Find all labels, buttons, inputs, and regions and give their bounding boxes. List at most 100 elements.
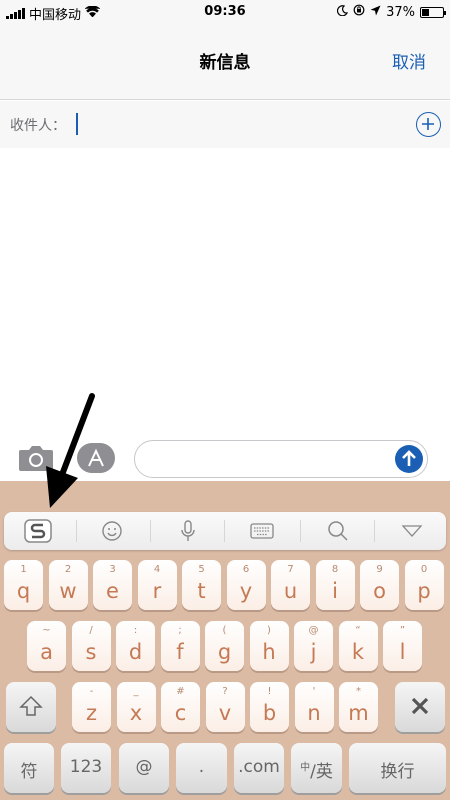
key-letter: y (239, 579, 253, 603)
send-button[interactable] (395, 445, 423, 473)
cancel-button[interactable]: 取消 (392, 48, 426, 73)
location-icon (370, 5, 381, 20)
key-hint: ~ (42, 625, 51, 636)
camera-icon (19, 446, 53, 471)
shift-arrow-icon (6, 694, 56, 718)
delete-key[interactable] (395, 682, 445, 732)
key-letter: b (262, 701, 277, 725)
keyboard-icon[interactable] (232, 512, 292, 550)
app-store-button[interactable] (76, 442, 116, 474)
key-hint: 1 (20, 564, 27, 575)
key-hint: ' (312, 686, 316, 697)
key-hint: @ (308, 625, 319, 636)
key-e[interactable]: 3e (93, 560, 132, 610)
key-o[interactable]: 9o (360, 560, 399, 610)
key-h[interactable]: ) h (249, 621, 289, 671)
at-key[interactable]: @ (119, 743, 169, 793)
key-letter: u (283, 579, 298, 603)
key-c[interactable]: # c (161, 682, 200, 732)
key-letter: m (348, 701, 369, 725)
dotcom-key-label: .com (238, 757, 280, 777)
recipient-label: 收件人： (10, 118, 66, 134)
camera-button[interactable] (18, 444, 54, 472)
key-d[interactable]: :d (116, 621, 155, 671)
send-arrow-icon (402, 450, 416, 466)
key-letter: k (351, 640, 365, 664)
key-p[interactable]: 0p (404, 560, 444, 610)
key-q[interactable]: 1q (4, 560, 43, 610)
key-hint: 5 (198, 564, 205, 575)
key-hint: 3 (109, 564, 116, 575)
plus-icon (422, 118, 434, 130)
symbols-key-label: 符 (20, 762, 38, 782)
key-m[interactable]: * m (339, 682, 378, 732)
toolbar-divider (224, 520, 225, 542)
message-input[interactable] (134, 440, 428, 478)
key-r[interactable]: 4r (137, 560, 177, 610)
key-x[interactable]: _ x (116, 682, 156, 732)
key-i[interactable]: 8i (315, 560, 355, 610)
key-v[interactable]: ? v (205, 682, 245, 732)
key-letter: c (174, 701, 187, 725)
emoji-icon[interactable] (82, 512, 142, 550)
key-w[interactable]: 2w (48, 560, 88, 610)
key-t[interactable]: 5t (182, 560, 221, 610)
collapse-triangle-icon[interactable] (382, 512, 442, 550)
key-letter: j (310, 640, 317, 664)
language-switch-key[interactable]: 中/英 (291, 743, 342, 793)
shift-key[interactable] (6, 682, 56, 732)
microphone-icon[interactable] (158, 512, 218, 550)
key-a[interactable]: ~ a (27, 621, 66, 671)
dot-key-label: . (198, 757, 205, 777)
return-key[interactable]: 换行 (349, 743, 446, 793)
moon-icon (337, 4, 349, 20)
sogou-logo-icon[interactable] (8, 512, 68, 550)
key-letter: f (176, 640, 184, 664)
key-hint: 2 (64, 564, 72, 575)
key-letter: s (85, 640, 97, 664)
delete-x-icon (395, 694, 445, 718)
text-cursor (76, 113, 78, 135)
key-j[interactable]: @ j (294, 621, 333, 671)
key-b[interactable]: ! b (250, 682, 289, 732)
key-hint: : (133, 625, 138, 636)
key-letter: z (85, 701, 98, 725)
key-hint: ” (399, 625, 406, 636)
nav-bar: 新信息 取消 (0, 24, 450, 100)
key-letter: i (332, 579, 338, 603)
key-hint: # (176, 686, 185, 697)
key-k[interactable]: “k (338, 621, 378, 671)
keyboard-toolbar (4, 512, 446, 550)
key-f[interactable]: ; f (160, 621, 200, 671)
numbers-key[interactable]: 123 (61, 743, 111, 793)
key-hint: 0 (420, 564, 428, 575)
key-n[interactable]: ' n (294, 682, 334, 732)
key-s[interactable]: / s (71, 621, 111, 671)
key-u[interactable]: 7u (271, 560, 310, 610)
key-letter: o (373, 579, 386, 603)
key-letter: t (197, 579, 206, 603)
status-bar: 中国移动 09:36 37% (0, 0, 450, 24)
key-letter: v (218, 701, 232, 725)
dotcom-key[interactable]: .com (234, 743, 284, 793)
at-key-label: @ (135, 757, 153, 777)
recipient-row[interactable]: 收件人： (0, 101, 450, 148)
dot-key[interactable]: . (176, 743, 227, 793)
key-y[interactable]: 6y (226, 560, 266, 610)
toolbar-divider (374, 520, 375, 542)
symbols-key[interactable]: 符 (4, 743, 54, 793)
key-letter: l (399, 640, 406, 664)
keyboard: 1q2w3e4r5t6y7u8i9o0p ~ a / s: d; f(g) h @ j “k” l … (0, 481, 450, 800)
search-icon[interactable] (308, 512, 368, 550)
add-contact-button[interactable] (416, 112, 441, 137)
key-z[interactable]: -z (72, 682, 111, 732)
key-hint: 7 (287, 564, 294, 575)
key-letter: e (106, 579, 119, 603)
key-letter: h (262, 640, 276, 664)
key-hint: 6 (242, 564, 250, 575)
battery-icon (420, 6, 446, 18)
key-g[interactable]: (g (205, 621, 244, 671)
language-small-label: 中 (300, 762, 311, 774)
toolbar-divider (150, 520, 151, 542)
key-l[interactable]: ” l (383, 621, 422, 671)
